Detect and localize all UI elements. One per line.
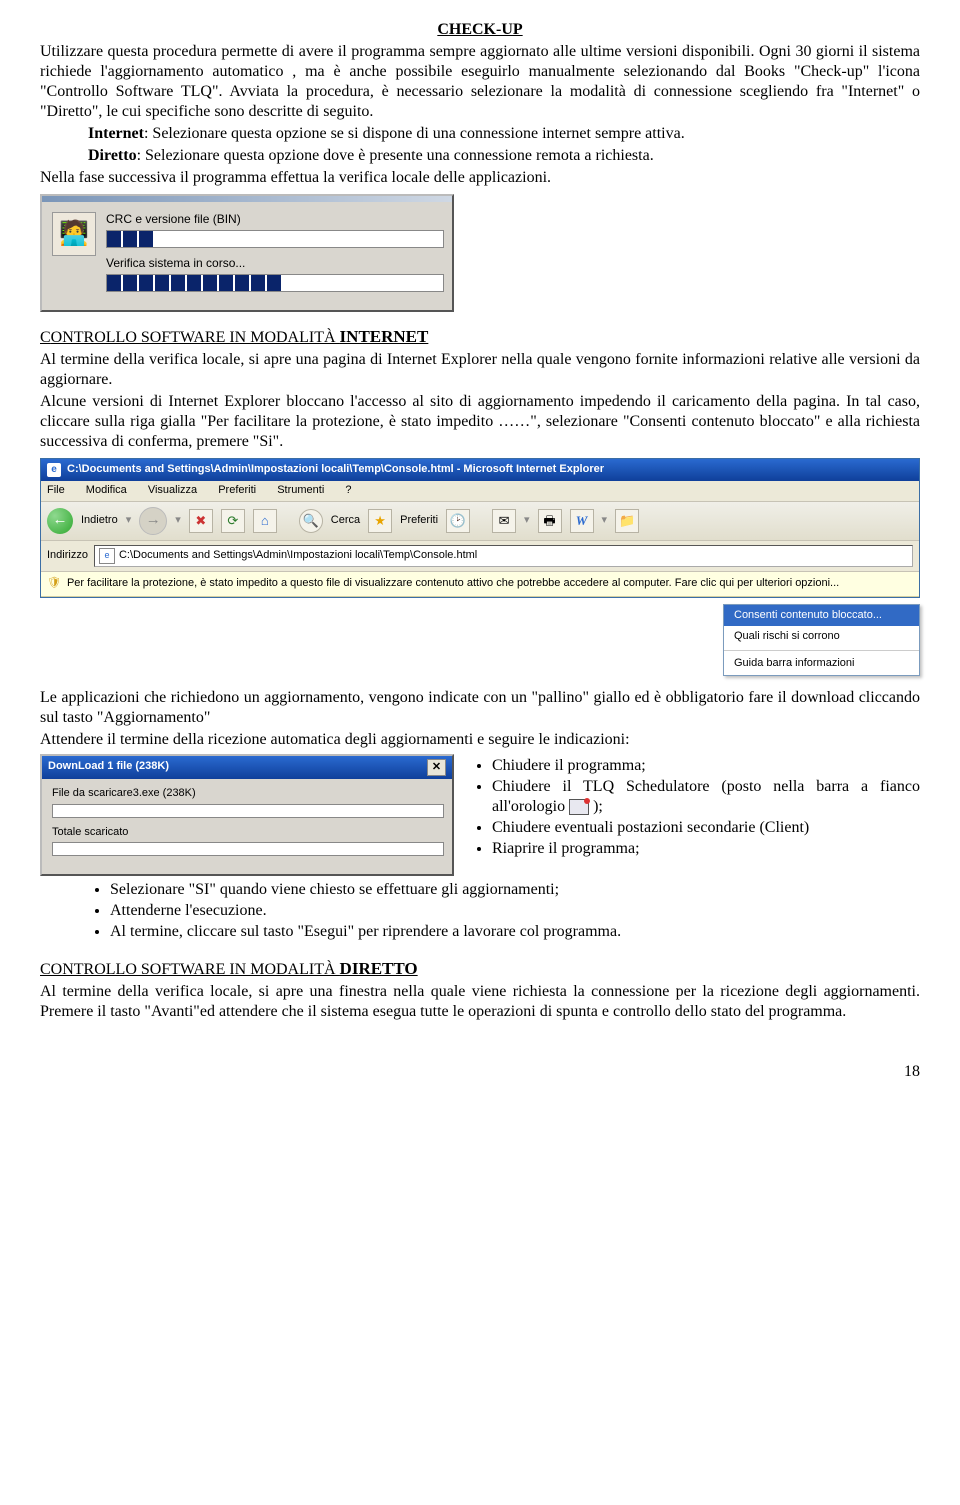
home-icon[interactable]: ⌂ xyxy=(253,509,277,533)
back-button-icon[interactable]: ← xyxy=(47,508,73,534)
ie-app-icon: e xyxy=(47,463,61,477)
menu-guida[interactable]: Guida barra informazioni xyxy=(724,653,919,675)
instructions-bottom: Selezionare "SI" quando viene chiesto se… xyxy=(40,880,920,942)
search-label[interactable]: Cerca xyxy=(331,514,360,528)
list-item: Chiudere eventuali postazioni secondarie… xyxy=(492,818,920,838)
instructions-right: Chiudere il programma; Chiudere il TLQ S… xyxy=(472,756,920,859)
download-file-label: File da scaricare3.exe (238K) xyxy=(52,787,442,801)
menu-preferiti[interactable]: Preferiti xyxy=(218,484,256,496)
list-item: Chiudere il TLQ Schedulatore (posto nell… xyxy=(492,777,920,817)
list-item: Chiudere il programma; xyxy=(492,756,920,776)
forward-button-icon[interactable]: → xyxy=(139,507,167,535)
option-diretto: Diretto: Selezionare questa opzione dove… xyxy=(88,146,920,166)
refresh-icon[interactable]: ⟳ xyxy=(221,509,245,533)
mail-icon[interactable]: ✉ xyxy=(492,509,516,533)
menu-file[interactable]: File xyxy=(47,484,65,496)
list-item: Al termine, cliccare sul tasto "Esegui" … xyxy=(110,922,920,942)
verify-dialog: 🧑‍💻 CRC e versione file (BIN) Verifica s… xyxy=(40,194,454,312)
sec2-mode: DIRETTO xyxy=(340,959,418,978)
shield-icon: 🛡 xyxy=(47,577,61,591)
download-file-progress xyxy=(52,804,444,818)
favorites-icon[interactable]: ★ xyxy=(368,509,392,533)
menu-rischi[interactable]: Quali rischi si corrono xyxy=(724,626,919,648)
page-title: CHECK-UP xyxy=(40,20,920,40)
menu-visualizza[interactable]: Visualizza xyxy=(148,484,197,496)
ie-menubar[interactable]: File Modifica Visualizza Preferiti Strum… xyxy=(41,481,919,502)
ie-titlebar: e C:\Documents and Settings\Admin\Impost… xyxy=(41,459,919,481)
option-internet-label: Internet xyxy=(88,125,144,142)
context-menu-container: Consenti contenuto bloccato... Quali ris… xyxy=(40,604,920,676)
paragraph-ie-open: Al termine della verifica locale, si apr… xyxy=(40,350,920,390)
download-total-label: Totale scaricato xyxy=(52,826,442,840)
progress-crc xyxy=(106,230,444,248)
paragraph-pallino: Le applicazioni che richiedono un aggior… xyxy=(40,688,920,728)
address-value: C:\Documents and Settings\Admin\Impostaz… xyxy=(119,549,477,563)
history-icon[interactable]: 🕑 xyxy=(446,509,470,533)
download-total-progress xyxy=(52,842,444,856)
paragraph-ie-block: Alcune versioni di Internet Explorer blo… xyxy=(40,392,920,452)
download-dialog: DownLoad 1 file (238K) ✕ File da scarica… xyxy=(40,754,454,877)
ie-info-bar[interactable]: 🛡 Per facilitare la protezione, è stato … xyxy=(41,572,919,597)
sec1-prefix: C xyxy=(40,329,51,346)
html-file-icon: e xyxy=(99,548,115,564)
option-internet: Internet: Selezionare questa opzione se … xyxy=(88,124,920,144)
edit-icon[interactable]: W xyxy=(570,509,594,533)
option-diretto-label: Diretto xyxy=(88,147,137,164)
ie-toolbar: ← Indietro ▾ → ▾ ✖ ⟳ ⌂ 🔍 Cerca ★ Preferi… xyxy=(41,502,919,541)
crc-label: CRC e versione file (BIN) xyxy=(106,212,442,227)
paragraph-attendere: Attendere il termine della ricezione aut… xyxy=(40,730,920,750)
page-number: 18 xyxy=(40,1062,920,1082)
sec1-rest: ONTROLLO SOFTWARE IN MODALITÀ xyxy=(51,329,340,346)
list-item: Selezionare "SI" quando viene chiesto se… xyxy=(110,880,920,900)
search-icon[interactable]: 🔍 xyxy=(299,509,323,533)
context-menu[interactable]: Consenti contenuto bloccato... Quali ris… xyxy=(723,604,920,676)
option-internet-text: : Selezionare questa opzione se si dispo… xyxy=(144,125,685,142)
address-label: Indirizzo xyxy=(47,549,88,563)
menu-consenti[interactable]: Consenti contenuto bloccato... xyxy=(724,605,919,627)
section-internet-heading: CONTROLLO SOFTWARE IN MODALITÀ INTERNET xyxy=(40,326,920,348)
verify-label: Verifica sistema in corso... xyxy=(106,256,442,271)
menu-help[interactable]: ? xyxy=(345,484,351,496)
print-icon[interactable]: 🖶 xyxy=(538,509,562,533)
list-item: Riaprire il programma; xyxy=(492,839,920,859)
section-diretto-heading: CONTROLLO SOFTWARE IN MODALITÀ DIRETTO xyxy=(40,958,920,980)
ie-window: e C:\Documents and Settings\Admin\Impost… xyxy=(40,458,920,598)
download-title-text: DownLoad 1 file (238K) xyxy=(48,760,169,774)
stop-icon[interactable]: ✖ xyxy=(189,509,213,533)
favorites-label[interactable]: Preferiti xyxy=(400,514,438,528)
scheduler-tray-icon xyxy=(569,799,589,815)
sec2-label: CONTROLLO SOFTWARE IN MODALITÀ xyxy=(40,961,340,978)
back-button-label[interactable]: Indietro xyxy=(81,514,118,528)
sec1-mode: INTERNET xyxy=(340,327,429,346)
download-titlebar: DownLoad 1 file (238K) ✕ xyxy=(42,756,452,779)
wizard-icon: 🧑‍💻 xyxy=(52,212,96,256)
close-icon[interactable]: ✕ xyxy=(427,759,446,776)
paragraph-next-phase: Nella fase successiva il programma effet… xyxy=(40,168,920,188)
address-input[interactable]: e C:\Documents and Settings\Admin\Impost… xyxy=(94,545,913,567)
menu-strumenti[interactable]: Strumenti xyxy=(277,484,324,496)
paragraph-diretto: Al termine della verifica locale, si apr… xyxy=(40,982,920,1022)
menu-separator xyxy=(724,650,919,651)
ie-address-bar: Indirizzo e C:\Documents and Settings\Ad… xyxy=(41,541,919,572)
folder-icon[interactable]: 📁 xyxy=(615,509,639,533)
menu-modifica[interactable]: Modifica xyxy=(86,484,127,496)
list-item: Attenderne l'esecuzione. xyxy=(110,901,920,921)
progress-verify xyxy=(106,274,444,292)
ie-title-text: C:\Documents and Settings\Admin\Impostaz… xyxy=(67,463,604,477)
paragraph-intro: Utilizzare questa procedura permette di … xyxy=(40,42,920,122)
option-diretto-text: : Selezionare questa opzione dove è pres… xyxy=(137,147,654,164)
infobar-text: Per facilitare la protezione, è stato im… xyxy=(67,577,839,591)
